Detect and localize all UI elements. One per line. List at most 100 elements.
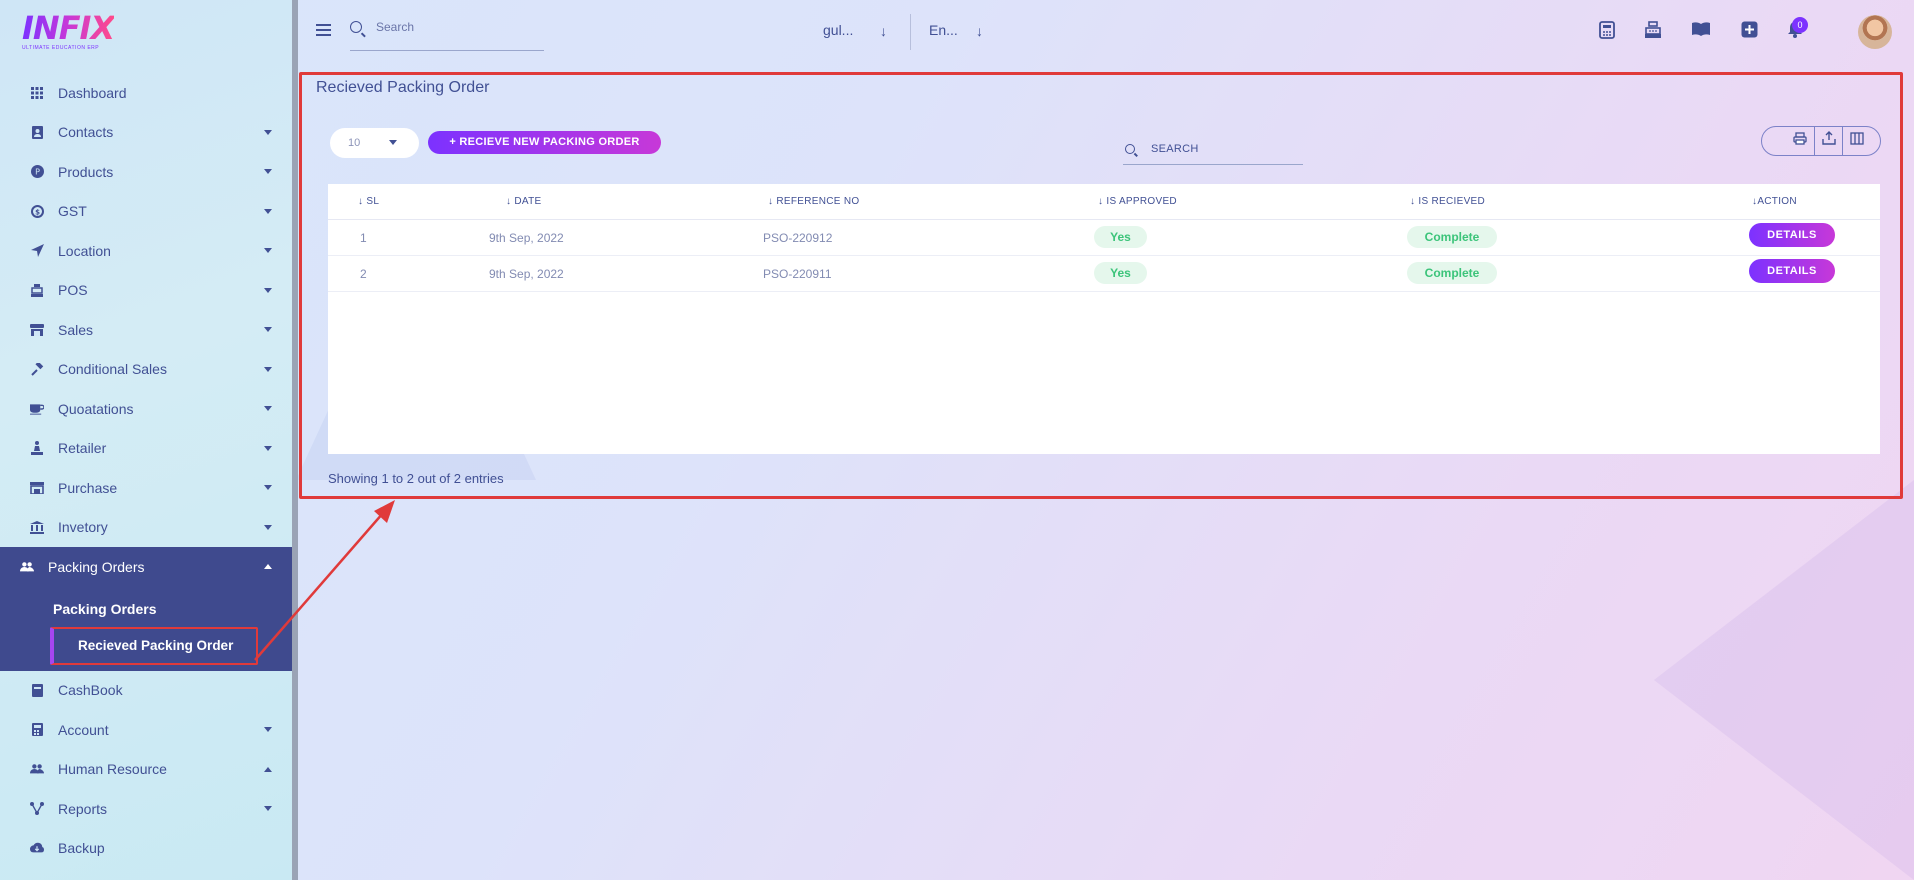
location-arrow-icon xyxy=(30,244,44,258)
sidebar-item-label: Backup xyxy=(58,840,105,857)
sidebar-item-label: CashBook xyxy=(58,682,123,699)
cell-sl: 2 xyxy=(360,267,367,281)
chevron-down-icon xyxy=(264,445,272,451)
chevron-up-icon xyxy=(264,564,272,569)
approved-badge: Yes xyxy=(1094,226,1147,248)
chevron-down-icon xyxy=(264,727,272,732)
chevron-up-icon xyxy=(264,766,272,772)
column-header-received[interactable]: ↓ IS RECIEVED xyxy=(1410,196,1485,207)
sidebar-item-location[interactable]: Location xyxy=(0,231,292,271)
chevron-down-icon xyxy=(264,485,272,490)
sidebar-item-purchase[interactable]: Purchase xyxy=(0,468,292,508)
book-open-icon[interactable] xyxy=(1691,21,1711,41)
cell-reference: PSO-220911 xyxy=(763,267,832,281)
sidebar-item-packing-orders[interactable]: Packing Orders xyxy=(0,547,292,587)
table-search-input[interactable] xyxy=(1151,143,1291,155)
column-header-date[interactable]: ↓ DATE xyxy=(506,196,542,207)
sidebar-item-cashbook[interactable]: CashBook xyxy=(0,671,292,711)
sidebar-item-label: Quoatations xyxy=(58,400,134,417)
sidebar-item-label: POS xyxy=(58,282,88,299)
global-search-input[interactable] xyxy=(376,20,536,34)
topbar: gul... ↓ En... ↓ 0 xyxy=(298,0,1914,62)
sidebar-item-contacts[interactable]: Contacts xyxy=(0,113,292,153)
sidebar-item-backup[interactable]: Backup xyxy=(0,829,292,869)
sidebar-nav: Dashboard Contacts P Products $ GST Location PO… xyxy=(0,73,292,868)
gst-icon: $ xyxy=(30,204,44,218)
notification-badge: 0 xyxy=(1792,17,1808,33)
svg-text:$: $ xyxy=(35,208,40,216)
sidebar-item-gst[interactable]: $ GST xyxy=(0,192,292,232)
chevron-down-icon xyxy=(264,129,272,135)
book-icon xyxy=(30,683,44,697)
chevron-down-icon xyxy=(264,169,272,174)
sidebar-item-conditional-sales[interactable]: Conditional Sales xyxy=(0,350,292,390)
sidebar-item-retailer[interactable]: Retailer xyxy=(0,429,292,469)
menu-icon[interactable] xyxy=(316,24,331,36)
sidebar-item-label: Dashboard xyxy=(58,84,127,101)
bank-icon xyxy=(30,520,44,534)
sidebar-item-label: Human Resource xyxy=(58,761,167,778)
users-icon xyxy=(30,762,44,776)
table-search xyxy=(1123,135,1303,165)
columns-icon[interactable] xyxy=(1842,127,1870,155)
caret-down-icon xyxy=(389,140,397,145)
column-header-sl[interactable]: ↓ SL xyxy=(358,196,379,207)
calculator-icon xyxy=(30,723,44,737)
sidebar-item-label: Packing Orders xyxy=(48,558,145,575)
users-icon xyxy=(20,560,34,574)
export-button-group xyxy=(1761,126,1881,156)
chevron-down-icon xyxy=(264,248,272,253)
avatar[interactable] xyxy=(1858,15,1892,49)
sidebar-item-label: GST xyxy=(58,203,87,220)
page-length-select[interactable]: 10 xyxy=(330,128,419,158)
background-shape xyxy=(1654,480,1914,880)
cell-sl: 1 xyxy=(360,231,367,245)
search-icon xyxy=(350,21,362,33)
sidebar-item-quoatations[interactable]: Quoatations xyxy=(0,389,292,429)
sidebar-subitem-packing-orders[interactable]: Packing Orders xyxy=(0,591,292,627)
chevron-down-icon xyxy=(264,366,272,372)
sidebar-item-account[interactable]: Account xyxy=(0,710,292,750)
sidebar-item-label: Contacts xyxy=(58,124,114,141)
pos-icon xyxy=(30,283,44,297)
coffee-icon xyxy=(30,402,44,416)
sidebar-item-invetory[interactable]: Invetory xyxy=(0,508,292,548)
language-select[interactable]: En... ↓ xyxy=(929,22,983,39)
sidebar-item-label: Reports xyxy=(58,800,108,817)
branch-select[interactable]: gul... ↓ xyxy=(823,22,887,39)
export-icon[interactable] xyxy=(1814,127,1842,155)
cash-register-icon[interactable] xyxy=(1643,21,1663,41)
chevron-down-icon xyxy=(264,524,272,530)
retailer-icon xyxy=(30,441,44,456)
sidebar-subitem-recieved-packing-order[interactable]: Recieved Packing Order xyxy=(50,626,258,665)
svg-text:P: P xyxy=(35,168,40,177)
received-badge: Complete xyxy=(1407,262,1497,284)
details-button[interactable]: DETAILS xyxy=(1749,259,1835,283)
sidebar-item-sales[interactable]: Sales xyxy=(0,310,292,350)
table-info: Showing 1 to 2 out of 2 entries xyxy=(328,471,504,486)
column-header-reference[interactable]: ↓ REFERENCE NO xyxy=(768,196,859,207)
sidebar-item-human-resource[interactable]: Human Resource xyxy=(0,750,292,790)
sidebar-item-label: Invetory xyxy=(58,519,108,536)
contacts-icon xyxy=(30,125,44,139)
sidebar-item-reports[interactable]: Reports xyxy=(0,789,292,829)
sidebar-item-label: Purchase xyxy=(58,479,118,496)
recieve-new-packing-order-button[interactable]: + RECIEVE NEW PACKING ORDER xyxy=(428,131,661,154)
column-header-approved[interactable]: ↓ IS APPROVED xyxy=(1098,196,1177,207)
grid-icon xyxy=(30,86,44,100)
calculator-icon[interactable] xyxy=(1597,21,1617,41)
global-search xyxy=(350,17,544,51)
approved-badge: Yes xyxy=(1094,262,1147,284)
print-icon[interactable] xyxy=(1786,127,1814,155)
logo[interactable]: INFIX ULTIMATE EDUCATION ERP xyxy=(22,12,115,52)
received-badge: Complete xyxy=(1407,226,1497,248)
column-header-action[interactable]: ↓ACTION xyxy=(1752,196,1797,207)
sidebar-item-label: Products xyxy=(58,163,114,180)
plus-square-icon[interactable] xyxy=(1739,21,1759,41)
sidebar-item-label: Conditional Sales xyxy=(58,361,167,378)
sidebar-item-dashboard[interactable]: Dashboard xyxy=(0,73,292,113)
sidebar-item-pos[interactable]: POS xyxy=(0,271,292,311)
sidebar-item-products[interactable]: P Products xyxy=(0,152,292,192)
sidebar-scrollbar[interactable] xyxy=(292,0,298,880)
details-button[interactable]: DETAILS xyxy=(1749,223,1835,247)
